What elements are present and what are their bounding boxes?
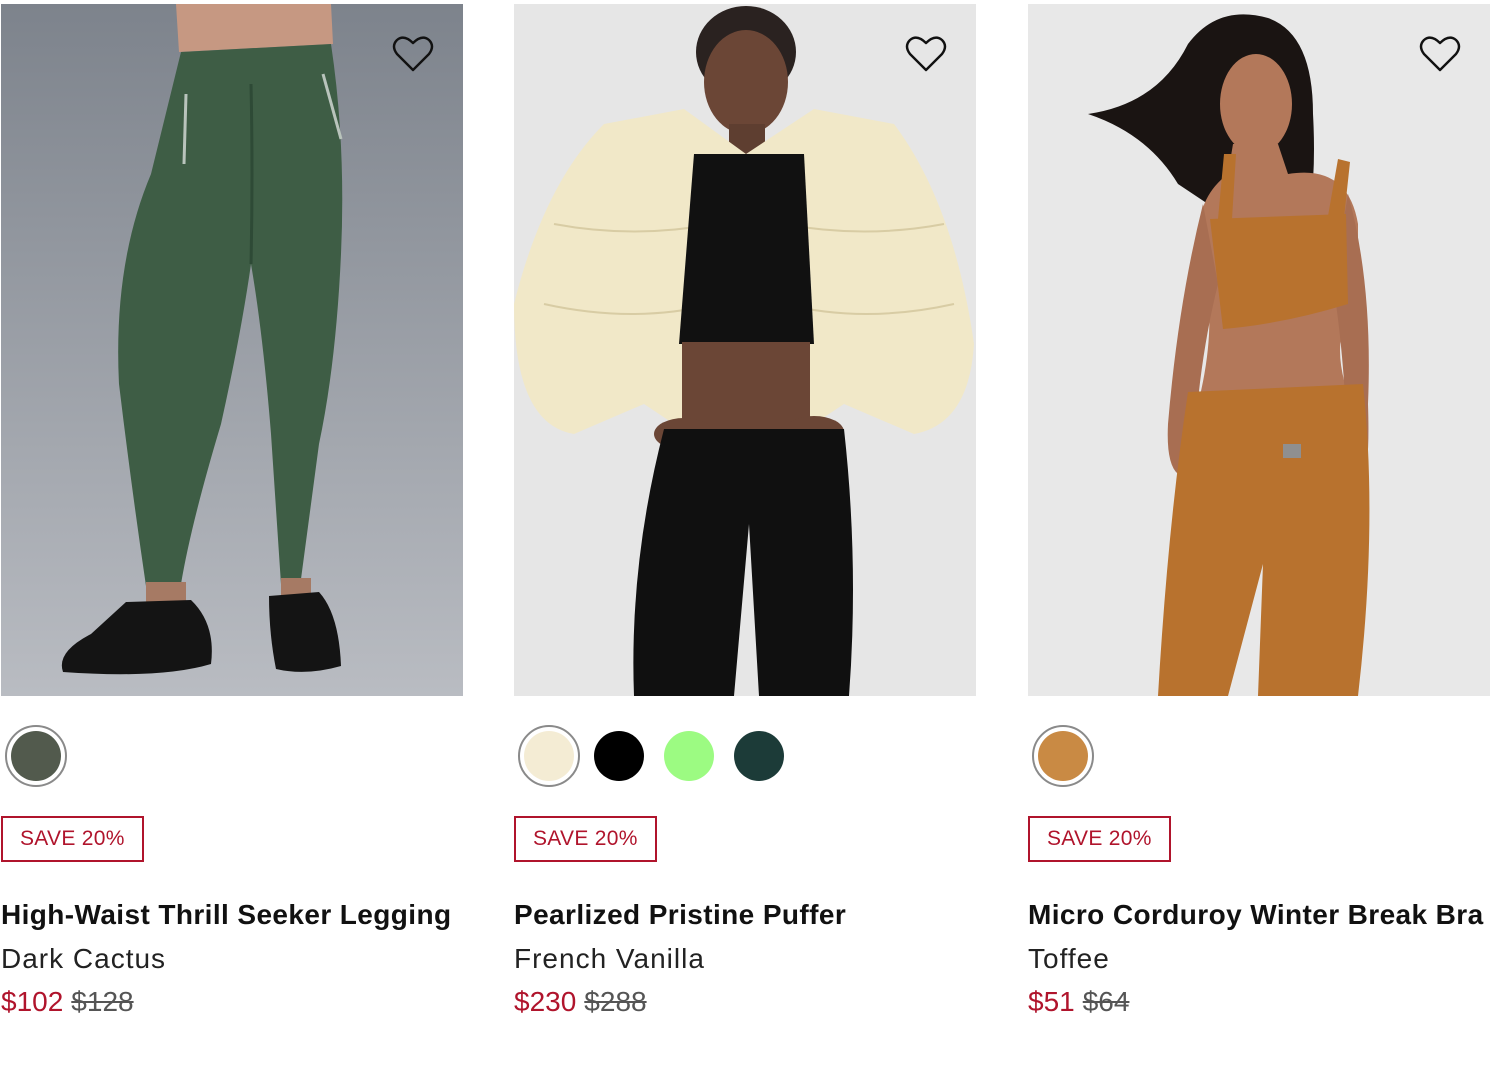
product-image[interactable] bbox=[1028, 4, 1490, 696]
sale-price: $102 bbox=[1, 986, 64, 1017]
discount-badge: SAVE 20% bbox=[1, 816, 144, 862]
product-color: French Vanilla bbox=[514, 943, 705, 974]
product-color: Dark Cactus bbox=[1, 943, 167, 974]
product-image[interactable] bbox=[514, 4, 976, 696]
discount-badge: SAVE 20% bbox=[514, 816, 657, 862]
product-info: Micro Corduroy Winter Break Bra Toffee $… bbox=[1028, 892, 1490, 1023]
wishlist-heart-icon[interactable] bbox=[391, 32, 435, 76]
product-photo-bra bbox=[1028, 4, 1490, 696]
product-price: $51 $64 bbox=[1028, 981, 1490, 1023]
product-info: Pearlized Pristine Puffer French Vanilla… bbox=[514, 892, 976, 1023]
product-grid: SAVE 20% High-Waist Thrill Seeker Leggin… bbox=[0, 0, 1492, 1072]
color-swatch-french-vanilla[interactable] bbox=[518, 725, 580, 787]
product-name[interactable]: Micro Corduroy Winter Break Bra bbox=[1028, 892, 1490, 937]
original-price: $128 bbox=[71, 986, 134, 1017]
color-swatch-dark-teal[interactable] bbox=[728, 725, 790, 787]
original-price: $288 bbox=[584, 986, 647, 1017]
discount-badge: SAVE 20% bbox=[1028, 816, 1171, 862]
product-image[interactable] bbox=[1, 4, 463, 696]
color-swatch-dark-cactus[interactable] bbox=[5, 725, 67, 787]
product-info: High-Waist Thrill Seeker Legging Dark Ca… bbox=[1, 892, 463, 1023]
product-photo-puffer bbox=[514, 4, 976, 696]
color-swatches bbox=[1032, 725, 1094, 789]
product-price: $102 $128 bbox=[1, 981, 463, 1023]
product-price: $230 $288 bbox=[514, 981, 976, 1023]
product-card[interactable]: SAVE 20% Micro Corduroy Winter Break Bra… bbox=[1028, 4, 1490, 1017]
original-price: $64 bbox=[1082, 986, 1130, 1017]
product-card[interactable]: SAVE 20% High-Waist Thrill Seeker Leggin… bbox=[1, 4, 463, 1017]
product-name[interactable]: Pearlized Pristine Puffer bbox=[514, 892, 976, 937]
wishlist-heart-icon[interactable] bbox=[1418, 32, 1462, 76]
product-photo-legging bbox=[1, 4, 463, 696]
sale-price: $230 bbox=[514, 986, 577, 1017]
color-swatch-green[interactable] bbox=[658, 725, 720, 787]
color-swatch-black[interactable] bbox=[588, 725, 650, 787]
product-name[interactable]: High-Waist Thrill Seeker Legging bbox=[1, 892, 463, 937]
color-swatches bbox=[518, 725, 790, 789]
sale-price: $51 bbox=[1028, 986, 1075, 1017]
color-swatches bbox=[5, 725, 67, 789]
product-color: Toffee bbox=[1028, 943, 1110, 974]
wishlist-heart-icon[interactable] bbox=[904, 32, 948, 76]
product-card[interactable]: SAVE 20% Pearlized Pristine Puffer Frenc… bbox=[514, 4, 976, 1017]
color-swatch-toffee[interactable] bbox=[1032, 725, 1094, 787]
